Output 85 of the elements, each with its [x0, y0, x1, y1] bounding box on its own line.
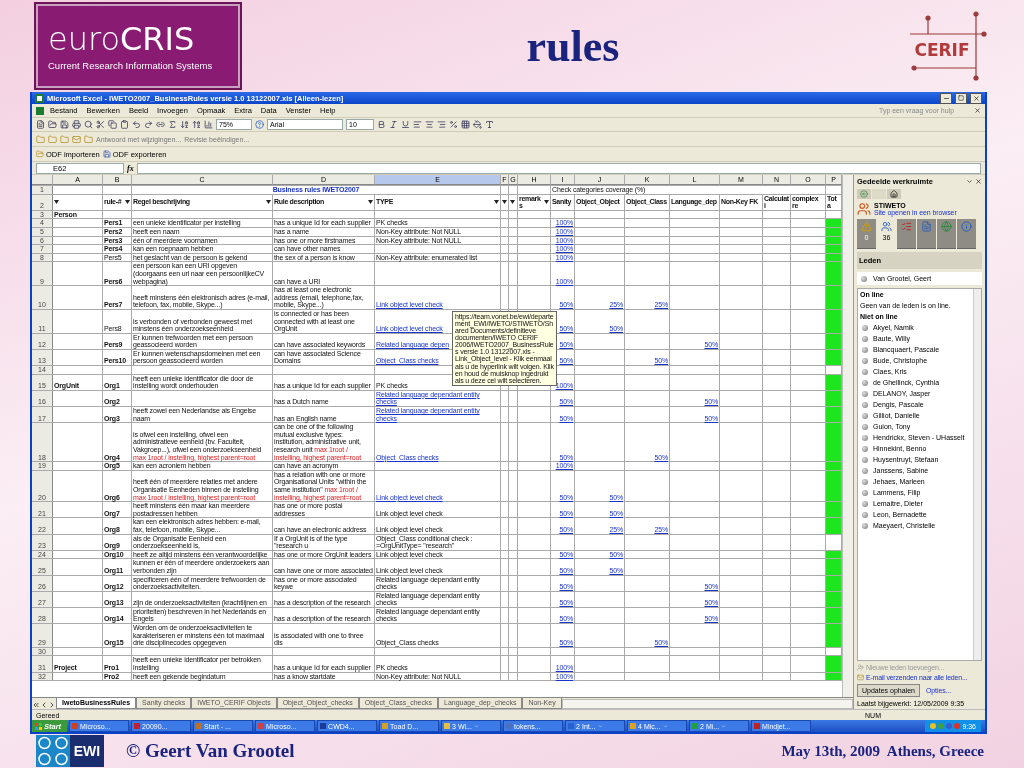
undo-icon[interactable]: [132, 120, 141, 129]
logo-subtitle: Current Research Information Systems: [48, 59, 214, 71]
app-icon: [444, 723, 451, 729]
sort-descending-icon[interactable]: [192, 120, 201, 129]
close-button[interactable]: [970, 92, 982, 104]
home-icon: [890, 190, 898, 198]
maximize-button[interactable]: [955, 92, 967, 104]
filter-icon[interactable]: [266, 200, 271, 205]
logo-mark-icon: [36, 735, 70, 767]
slide-title: rules: [525, 20, 621, 72]
help-icon[interactable]: [255, 120, 264, 129]
warning-icon: [861, 221, 872, 232]
event-date: May 13th, 2009 Athens, Greece: [781, 742, 984, 760]
logo-name: euroCRIS: [48, 21, 196, 56]
maximize-icon: [958, 95, 964, 101]
bold-icon[interactable]: [377, 120, 386, 129]
sigma-icon[interactable]: [168, 120, 177, 129]
previous-sheet-icon[interactable]: [40, 701, 48, 709]
align-center-icon[interactable]: [425, 120, 434, 129]
app-icon: [258, 723, 265, 729]
sort-ascending-icon[interactable]: [180, 120, 189, 129]
new-file-icon[interactable]: [36, 120, 45, 129]
app-icon: [568, 723, 575, 729]
link-icon[interactable]: [156, 120, 165, 129]
home-button[interactable]: [887, 189, 901, 199]
filter-icon[interactable]: [544, 200, 549, 205]
excel-icon: [36, 106, 44, 115]
app-icon: [196, 723, 203, 729]
checklist-icon: [901, 221, 912, 232]
app-icon: [72, 723, 79, 729]
printer-icon[interactable]: [72, 120, 81, 129]
app-icon: [692, 723, 699, 729]
folder-icon: [36, 150, 44, 158]
app-icon: [754, 723, 761, 729]
vertical-scrollbar[interactable]: [842, 175, 853, 697]
save-icon: [102, 150, 111, 158]
percent-icon[interactable]: [449, 120, 458, 129]
close-icon[interactable]: [974, 107, 981, 114]
people-icon: [881, 221, 892, 232]
back-icon: [860, 190, 868, 198]
list-scrollbar[interactable]: [973, 289, 981, 660]
add-person-icon: [857, 664, 864, 671]
info-icon: [961, 221, 972, 232]
cerif-logo-text: CERIF: [914, 40, 970, 60]
filter-icon[interactable]: [368, 200, 373, 205]
align-right-icon[interactable]: [437, 120, 446, 129]
scissors-icon[interactable]: [96, 120, 105, 129]
filter-icon[interactable]: [125, 200, 130, 205]
app-icon: [320, 723, 327, 729]
mail-icon: [857, 674, 864, 681]
underline-icon[interactable]: [401, 120, 410, 129]
formula-field[interactable]: [136, 162, 981, 174]
font-color-icon[interactable]: [485, 120, 494, 129]
select-all-corner[interactable]: [32, 175, 53, 185]
clipboard-icon[interactable]: [120, 120, 129, 129]
author: © Geert Van Grootel: [126, 740, 295, 762]
app-icon: [506, 723, 513, 729]
folder-icon[interactable]: [48, 120, 57, 129]
horizontal-scrollbar[interactable]: [561, 699, 853, 709]
filter-icon[interactable]: [54, 200, 59, 205]
fill-color-icon[interactable]: [473, 120, 482, 129]
logo-text: EWI: [70, 735, 104, 767]
minimize-button[interactable]: [940, 92, 952, 104]
excel-icon: [35, 93, 44, 103]
borders-icon[interactable]: [461, 120, 470, 129]
align-left-icon[interactable]: [413, 120, 422, 129]
redo-icon[interactable]: [144, 120, 153, 129]
app-icon: [382, 723, 389, 729]
chart-icon[interactable]: [204, 120, 213, 129]
copy-icon[interactable]: [108, 120, 117, 129]
people-icon: [857, 202, 871, 216]
app-icon: [630, 723, 637, 729]
dropdown-icon[interactable]: [966, 178, 973, 185]
close-icon[interactable]: [975, 178, 982, 185]
globe-icon: [941, 221, 952, 232]
document-icon: [921, 221, 932, 232]
save-icon[interactable]: [60, 120, 69, 129]
windows-flag-icon: [35, 722, 42, 730]
function-label: fx: [127, 163, 134, 173]
next-sheet-icon[interactable]: [48, 701, 56, 709]
italic-icon[interactable]: [389, 120, 398, 129]
first-sheet-icon[interactable]: [32, 701, 40, 709]
close-icon: [972, 94, 980, 102]
app-icon: [134, 723, 141, 729]
preview-icon[interactable]: [84, 120, 93, 129]
